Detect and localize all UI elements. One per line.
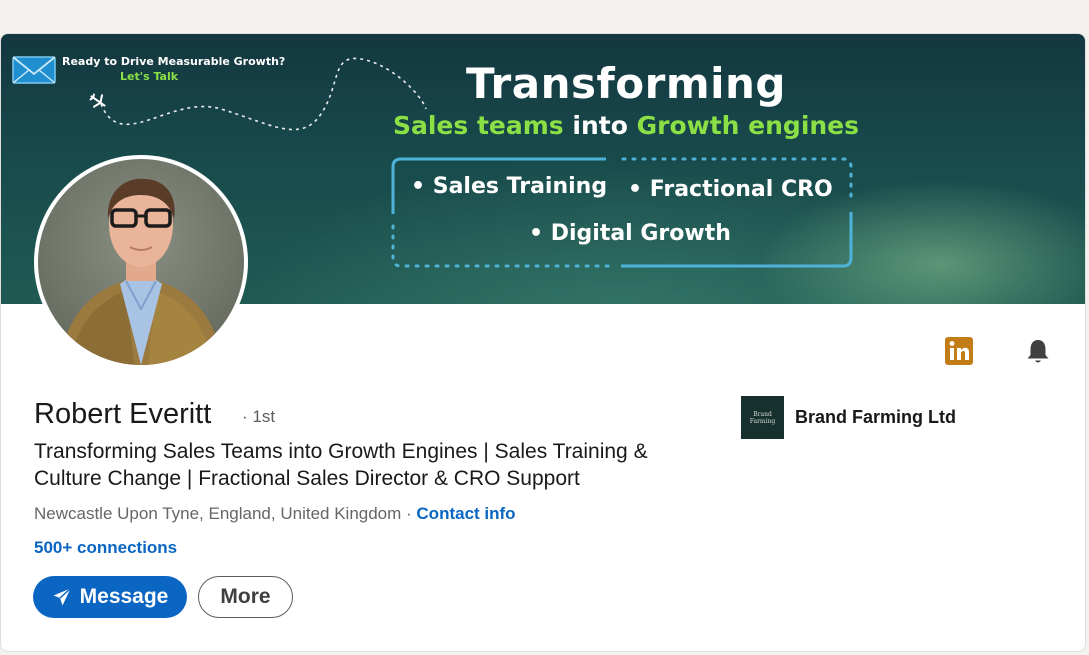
banner-subtitle: Sales teams into Growth engines: [381, 110, 871, 142]
company-name: Brand Farming Ltd: [795, 407, 956, 427]
service-digital-growth: • Digital Growth: [529, 221, 731, 246]
connections-link[interactable]: 500+ connections: [34, 538, 177, 558]
profile-photo[interactable]: [34, 155, 248, 369]
profile-headline: Transforming Sales Teams into Growth Eng…: [34, 440, 648, 490]
message-button[interactable]: Message: [33, 576, 187, 618]
banner-subtitle-part2: into: [572, 111, 628, 140]
linkedin-icon[interactable]: [945, 337, 973, 365]
bell-icon[interactable]: [1024, 337, 1052, 365]
contact-info-link[interactable]: Contact info: [416, 504, 515, 523]
current-company[interactable]: Brand Farming Brand Farming Ltd: [741, 396, 956, 439]
profile-name: Robert Everitt: [34, 398, 212, 430]
banner-title: Transforming: [466, 59, 786, 108]
service-fractional-cro: • Fractional CRO: [628, 177, 833, 202]
profile-photo-image: [58, 178, 224, 365]
banner-headline: Transforming Sales teams into Growth eng…: [381, 58, 871, 142]
location-separator: ·: [401, 504, 417, 523]
airplane-icon: [89, 93, 106, 108]
paper-plane-icon: [53, 587, 71, 606]
profile-card: Ready to Drive Measurable Growth? Let's …: [0, 33, 1086, 652]
service-sales-training: • Sales Training: [411, 174, 608, 199]
banner-cta: Ready to Drive Measurable Growth? Let's …: [62, 54, 285, 84]
envelope-icon: [12, 56, 56, 84]
more-button-label: More: [220, 585, 271, 608]
more-button[interactable]: More: [198, 576, 293, 618]
banner-subtitle-part3: Growth engines: [636, 111, 860, 140]
connection-degree: · 1st: [242, 407, 276, 426]
profile-location: Newcastle Upon Tyne, England, United Kin…: [34, 504, 402, 523]
banner-subtitle-part1: Sales teams: [392, 111, 564, 140]
company-logo-text: Brand Farming: [749, 410, 776, 425]
message-button-label: Message: [79, 585, 169, 608]
company-logo: Brand Farming: [741, 396, 784, 439]
banner-cta-line1: Ready to Drive Measurable Growth?: [62, 55, 286, 68]
banner-cta-line2: Let's Talk: [120, 70, 179, 83]
profile-location-row: Newcastle Upon Tyne, England, United Kin…: [34, 504, 516, 524]
